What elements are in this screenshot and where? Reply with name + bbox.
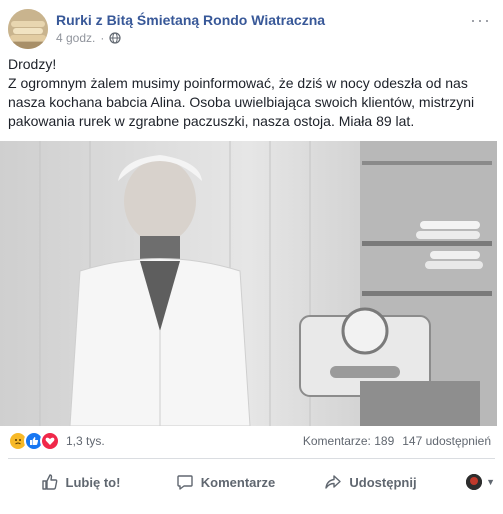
globe-icon[interactable] bbox=[109, 32, 121, 44]
comments-count[interactable]: Komentarze: 189 bbox=[303, 434, 394, 448]
page-name-link[interactable]: Rurki z Bitą Śmietaną Rondo Wiatraczna bbox=[56, 12, 325, 28]
reaction-count[interactable]: 1,3 tys. bbox=[66, 434, 105, 448]
post-meta: 4 godz. · bbox=[56, 31, 121, 45]
share-label: Udostępnij bbox=[349, 474, 417, 490]
share-icon bbox=[325, 475, 342, 489]
post-timestamp[interactable]: 4 godz. bbox=[56, 31, 95, 45]
divider bbox=[8, 458, 495, 459]
page-avatar[interactable] bbox=[8, 9, 48, 49]
comment-button[interactable]: Komentarze bbox=[153, 473, 298, 491]
love-icon bbox=[40, 431, 60, 451]
post-body: Z ogromnym żalem musimy poinformować, że… bbox=[8, 75, 475, 129]
more-options-button[interactable]: ··· bbox=[470, 10, 491, 31]
like-label: Lubię to! bbox=[65, 474, 121, 490]
thumbs-up-icon bbox=[41, 474, 57, 490]
post-greeting: Drodzy! bbox=[8, 56, 57, 72]
facebook-post: Rurki z Bitą Śmietaną Rondo Wiatraczna 4… bbox=[0, 0, 503, 514]
comment-label: Komentarze bbox=[200, 474, 276, 490]
viewer-selector[interactable]: ▼ bbox=[443, 474, 495, 490]
comment-icon bbox=[177, 475, 193, 490]
like-button[interactable]: Lubię to! bbox=[8, 473, 153, 491]
share-button[interactable]: Udostępnij bbox=[298, 473, 443, 491]
viewer-avatar bbox=[466, 474, 483, 490]
post-stats: Komentarze: 189 147 udostępnień bbox=[303, 434, 491, 448]
reactions-summary[interactable]: 1,3 tys. bbox=[8, 431, 105, 451]
action-bar: Lubię to! Komentarze Udostępnij ▼ bbox=[8, 464, 495, 500]
post-text: Drodzy! Z ogromnym żalem musimy poinform… bbox=[8, 55, 496, 131]
post-photo[interactable] bbox=[0, 141, 497, 426]
chevron-down-icon: ▼ bbox=[486, 477, 495, 487]
shares-count[interactable]: 147 udostępnień bbox=[402, 434, 491, 448]
